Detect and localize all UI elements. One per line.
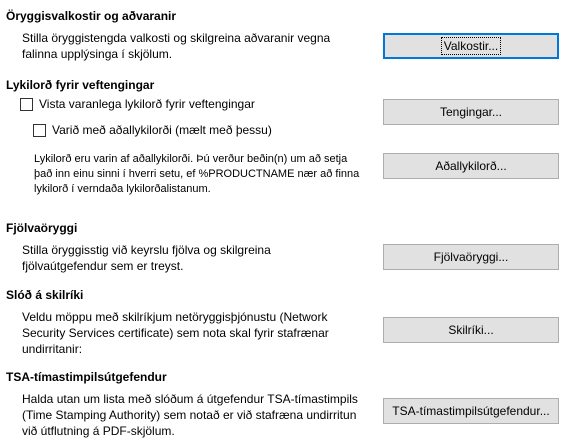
security-options-description-line1: Stilla öryggistengda valkosti og skilgre… (22, 31, 331, 45)
persist-passwords-checkbox[interactable] (20, 97, 33, 111)
macro-security-button[interactable]: Fjölvaöryggi... (383, 244, 559, 270)
certificate-path-description-line3: undirritanir: (22, 342, 83, 356)
master-password-checkbox-row[interactable]: Varið með aðallykilorði (mælt með þessu) (33, 122, 272, 138)
certificate-path-description-line2: Security Services certificate) sem nota … (22, 326, 329, 340)
certificate-path-description-line1: Veldu möppu með skilríkjum netöryggisþjó… (22, 310, 328, 324)
master-password-info-line1: Lykilorð eru varin af aðallykilorði. Þú … (34, 153, 348, 165)
connections-button[interactable]: Tengingar... (383, 99, 559, 125)
persist-passwords-checkbox-row[interactable]: Vista varanlega lykilorð fyrir veftengin… (20, 96, 255, 112)
security-options-button[interactable]: Valkostir... (383, 33, 559, 59)
macro-security-description-line1: Stilla öryggisstig við keyrslu fjölva og… (22, 243, 271, 257)
tsa-description-line2: (Time Stamping Authority) sem notað er v… (22, 408, 357, 422)
macro-security-heading: Fjölvaöryggi (6, 221, 78, 235)
master-password-info-line2: það inn einu sinni í hverri setu, ef %PR… (34, 168, 360, 180)
persist-passwords-label[interactable]: Vista varanlega lykilorð fyrir veftengin… (39, 96, 255, 112)
tsa-heading: TSA-tímastimpilsútgefendur (6, 370, 167, 384)
web-passwords-heading: Lykilorð fyrir veftengingar (6, 78, 155, 92)
certificate-path-heading: Slóð á skilríki (6, 288, 84, 302)
security-options-heading: Öryggisvalkostir og aðvaranir (6, 9, 177, 23)
security-options-button-label: Valkostir... (440, 37, 502, 55)
tsa-button[interactable]: TSA-tímastimpilsútgefendur... (383, 398, 559, 424)
security-options-panel: Öryggisvalkostir og aðvaranir Stilla öry… (0, 0, 571, 444)
tsa-description-line1: Halda utan um lista með slóðum á útgefen… (22, 392, 358, 406)
master-password-info-line3: lykilorð í verndaða lykilorðalistanum. (34, 183, 211, 195)
master-password-checkbox-label[interactable]: Varið með aðallykilorði (mælt með þessu) (52, 122, 272, 138)
master-password-button[interactable]: Aðallykilorð... (383, 153, 559, 179)
tsa-description-line3: við útflutning á PDF-skjölum. (22, 424, 175, 438)
master-password-checkbox[interactable] (33, 123, 46, 137)
certificate-button[interactable]: Skilríki... (383, 317, 559, 343)
security-options-description-line2: falinna upplýsinga í skjölum. (22, 47, 173, 61)
macro-security-description-line2: fjölvaútgefendur sem er treyst. (22, 259, 184, 273)
